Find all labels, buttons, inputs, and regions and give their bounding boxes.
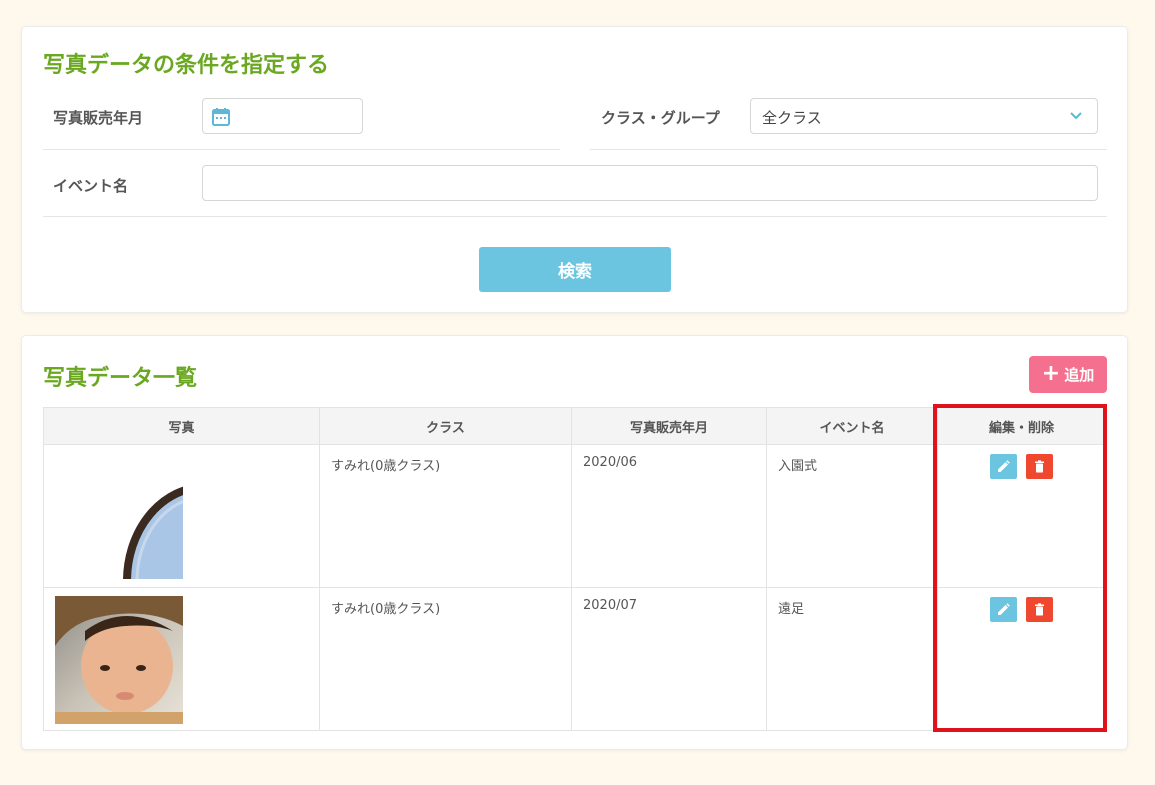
photo-list-title: 写真データ一覧 <box>43 366 198 391</box>
col-header-event-name: イベント名 <box>766 407 938 445</box>
class-cell: すみれ(0歳クラス) <box>319 587 572 731</box>
event-name-label: イベント名 <box>53 177 129 195</box>
sale-month-cell: 2020/07 <box>571 587 767 731</box>
calendar-icon <box>212 108 230 126</box>
add-button-label: 追加 <box>1064 366 1095 384</box>
search-panel-title: 写真データの条件を指定する <box>43 53 330 78</box>
search-button[interactable]: 検索 <box>479 247 671 292</box>
class-group-label: クラス・グループ <box>601 109 720 127</box>
chevron-down-icon <box>1070 112 1082 120</box>
photo-thumbnail[interactable] <box>55 596 183 724</box>
sale-month-input[interactable] <box>202 98 363 134</box>
divider <box>43 216 1107 217</box>
col-header-sale-month: 写真販売年月 <box>571 407 767 445</box>
plus-icon: + <box>1041 360 1061 386</box>
col-header-class: クラス <box>319 407 572 445</box>
photo-cell <box>43 587 320 731</box>
photo-cell <box>43 444 320 588</box>
photo-thumbnail[interactable] <box>55 486 183 579</box>
sale-month-cell: 2020/06 <box>571 444 767 588</box>
highlight-annotation <box>933 404 1107 732</box>
sale-month-label: 写真販売年月 <box>53 109 144 127</box>
event-name-input[interactable] <box>202 165 1098 201</box>
class-group-selected: 全クラス <box>762 109 822 127</box>
add-button[interactable]: + 追加 <box>1029 356 1107 393</box>
divider <box>590 149 1107 150</box>
event-name-cell: 遠足 <box>766 587 938 731</box>
event-name-cell: 入園式 <box>766 444 938 588</box>
class-cell: すみれ(0歳クラス) <box>319 444 572 588</box>
class-group-select[interactable]: 全クラス <box>750 98 1098 134</box>
col-header-photo: 写真 <box>43 407 320 445</box>
search-panel: 写真データの条件を指定する 写真販売年月 クラス・グループ 全クラス イベント名… <box>21 26 1128 313</box>
divider <box>43 149 560 150</box>
